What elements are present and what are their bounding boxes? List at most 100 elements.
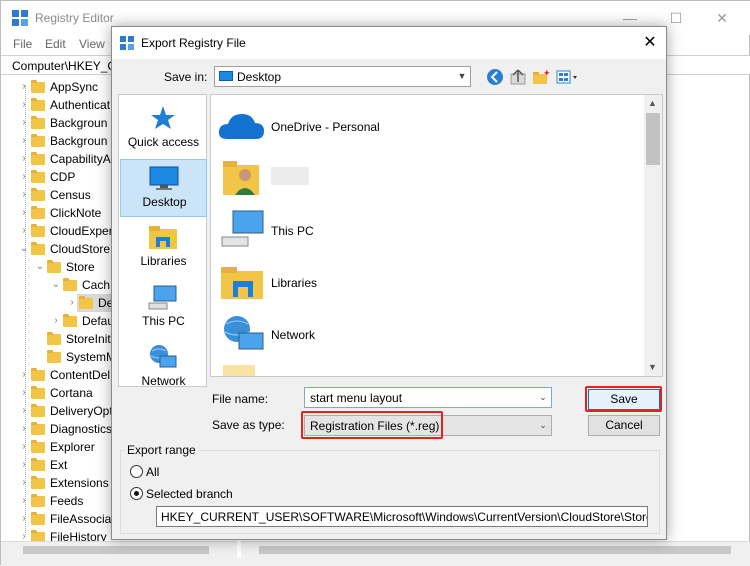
chevron-right-icon[interactable]: ›	[19, 150, 29, 168]
close-button[interactable]: ✕	[699, 5, 745, 31]
up-folder-icon[interactable]	[509, 68, 527, 86]
export-range-legend: Export range	[124, 443, 199, 457]
folder-icon	[31, 458, 45, 471]
radio-selected-branch[interactable]	[130, 487, 143, 500]
menu-file[interactable]: File	[13, 37, 32, 51]
save-in-dropdown[interactable]: Desktop ▼	[214, 66, 471, 87]
file-name-label: File name:	[212, 392, 269, 406]
place-libraries[interactable]: Libraries	[120, 219, 207, 277]
chevron-down-icon: ⌄	[539, 420, 547, 430]
this-pc-icon	[221, 210, 264, 247]
folder-icon	[31, 404, 45, 417]
tree-item-label: DeliveryOpt	[50, 404, 113, 418]
chevron-right-icon[interactable]: ›	[19, 78, 29, 96]
chevron-down-icon[interactable]: ⌄	[51, 276, 61, 294]
chevron-right-icon[interactable]: ›	[19, 366, 29, 384]
file-item-libraries[interactable]: Libraries	[215, 257, 635, 309]
folder-icon	[31, 422, 45, 435]
tree-item-label: Feeds	[50, 494, 84, 508]
folder-icon	[31, 476, 45, 489]
file-list-scrollbar[interactable]: ▲ ▼	[644, 95, 662, 376]
dialog-title: Export Registry File	[141, 36, 246, 50]
back-icon[interactable]	[486, 68, 504, 86]
branch-path-input[interactable]: HKEY_CURRENT_USER\SOFTWARE\Microsoft\Win…	[156, 506, 648, 527]
save-in-label: Save in:	[164, 70, 208, 84]
chevron-right-icon[interactable]: ›	[19, 492, 29, 510]
chevron-right-icon[interactable]: ›	[19, 114, 29, 132]
this-pc-icon	[148, 285, 177, 310]
star-icon	[151, 106, 175, 129]
tree-item-label: Ext	[50, 458, 68, 472]
menu-edit[interactable]: Edit	[45, 37, 66, 51]
scroll-down-icon[interactable]: ▼	[648, 362, 657, 372]
chevron-down-icon[interactable]: ⌄	[19, 240, 29, 258]
scroll-thumb[interactable]	[646, 113, 660, 165]
chevron-right-icon[interactable]: ›	[19, 222, 29, 240]
tree-item-label: Cach	[82, 278, 111, 292]
folder-icon	[31, 152, 45, 165]
desktop-icon	[149, 166, 179, 190]
chevron-right-icon[interactable]: ›	[19, 420, 29, 438]
chevron-right-icon[interactable]: ›	[51, 312, 61, 330]
menu-view[interactable]: View	[79, 37, 105, 51]
file-item-onedrive[interactable]: OneDrive - Personal	[215, 101, 635, 153]
file-list: OneDrive - Personal This PC Libraries Ne…	[210, 94, 663, 377]
chevron-right-icon[interactable]: ›	[67, 294, 77, 312]
chevron-right-icon[interactable]: ›	[19, 96, 29, 114]
network-icon	[150, 345, 177, 368]
tree-scroll-thumb[interactable]	[23, 546, 209, 554]
partial-folder-icon	[223, 365, 255, 376]
dialog-close-button[interactable]: ✕	[636, 29, 664, 57]
user-folder-icon	[223, 161, 259, 195]
tree-item-label: CloudStore	[50, 242, 111, 256]
scroll-up-icon[interactable]: ▲	[648, 98, 657, 108]
chevron-right-icon[interactable]: ›	[19, 402, 29, 420]
values-scroll-thumb[interactable]	[259, 546, 731, 554]
radio-selected-branch-label[interactable]: Selected branch	[146, 487, 233, 501]
chevron-right-icon[interactable]: ›	[19, 186, 29, 204]
place-quick-access[interactable]: Quick access	[120, 99, 207, 157]
tree-item-label: Extensions	[50, 476, 109, 490]
file-name-input[interactable]: start menu layout ⌄	[304, 387, 552, 408]
folder-icon	[31, 206, 45, 219]
file-item-user-folder[interactable]	[215, 153, 635, 205]
radio-selected-dot	[134, 491, 139, 496]
folder-icon	[31, 80, 45, 93]
place-this-pc[interactable]: This PC	[120, 279, 207, 337]
chevron-right-icon[interactable]: ›	[19, 510, 29, 528]
place-label: Network	[141, 374, 186, 388]
folder-icon	[31, 440, 45, 453]
chevron-right-icon[interactable]: ›	[19, 168, 29, 186]
chevron-down-icon[interactable]: ⌄	[35, 258, 45, 276]
place-network[interactable]: Network	[120, 339, 207, 397]
new-folder-icon[interactable]: ✦	[532, 68, 550, 86]
tree-item-label: Authenticat	[50, 98, 111, 112]
tree-item-label: FileAssociat	[50, 512, 115, 526]
radio-all-label[interactable]: All	[146, 465, 159, 479]
chevron-right-icon[interactable]: ›	[19, 456, 29, 474]
folder-icon	[31, 386, 45, 399]
tree-item-label: AppSync	[50, 80, 99, 94]
desktop-icon	[219, 71, 233, 81]
file-item-network[interactable]: Network	[215, 309, 635, 361]
view-menu-icon[interactable]	[556, 68, 582, 86]
place-desktop[interactable]: Desktop	[120, 159, 207, 217]
chevron-right-icon[interactable]: ›	[19, 204, 29, 222]
chevron-down-icon[interactable]: ⌄	[535, 388, 551, 407]
file-type-highlight-box	[301, 411, 443, 439]
radio-all[interactable]	[130, 465, 143, 478]
export-registry-dialog: Export Registry File ✕ Save in: Desktop …	[111, 26, 667, 540]
file-item-this-pc[interactable]: This PC	[215, 205, 635, 257]
network-icon	[224, 316, 264, 350]
chevron-right-icon[interactable]: ›	[19, 384, 29, 402]
dialog-titlebar: Export Registry File ✕	[112, 27, 666, 59]
libraries-folder-icon	[221, 267, 263, 299]
chevron-right-icon[interactable]: ›	[19, 438, 29, 456]
folder-icon	[31, 134, 45, 147]
cancel-button[interactable]: Cancel	[588, 415, 660, 436]
chevron-right-icon[interactable]: ›	[19, 474, 29, 492]
tree-item-label: Diagnostics	[50, 422, 113, 436]
onedrive-cloud-icon	[218, 114, 264, 139]
regedit-title: Registry Editor	[35, 11, 114, 25]
chevron-right-icon[interactable]: ›	[19, 132, 29, 150]
